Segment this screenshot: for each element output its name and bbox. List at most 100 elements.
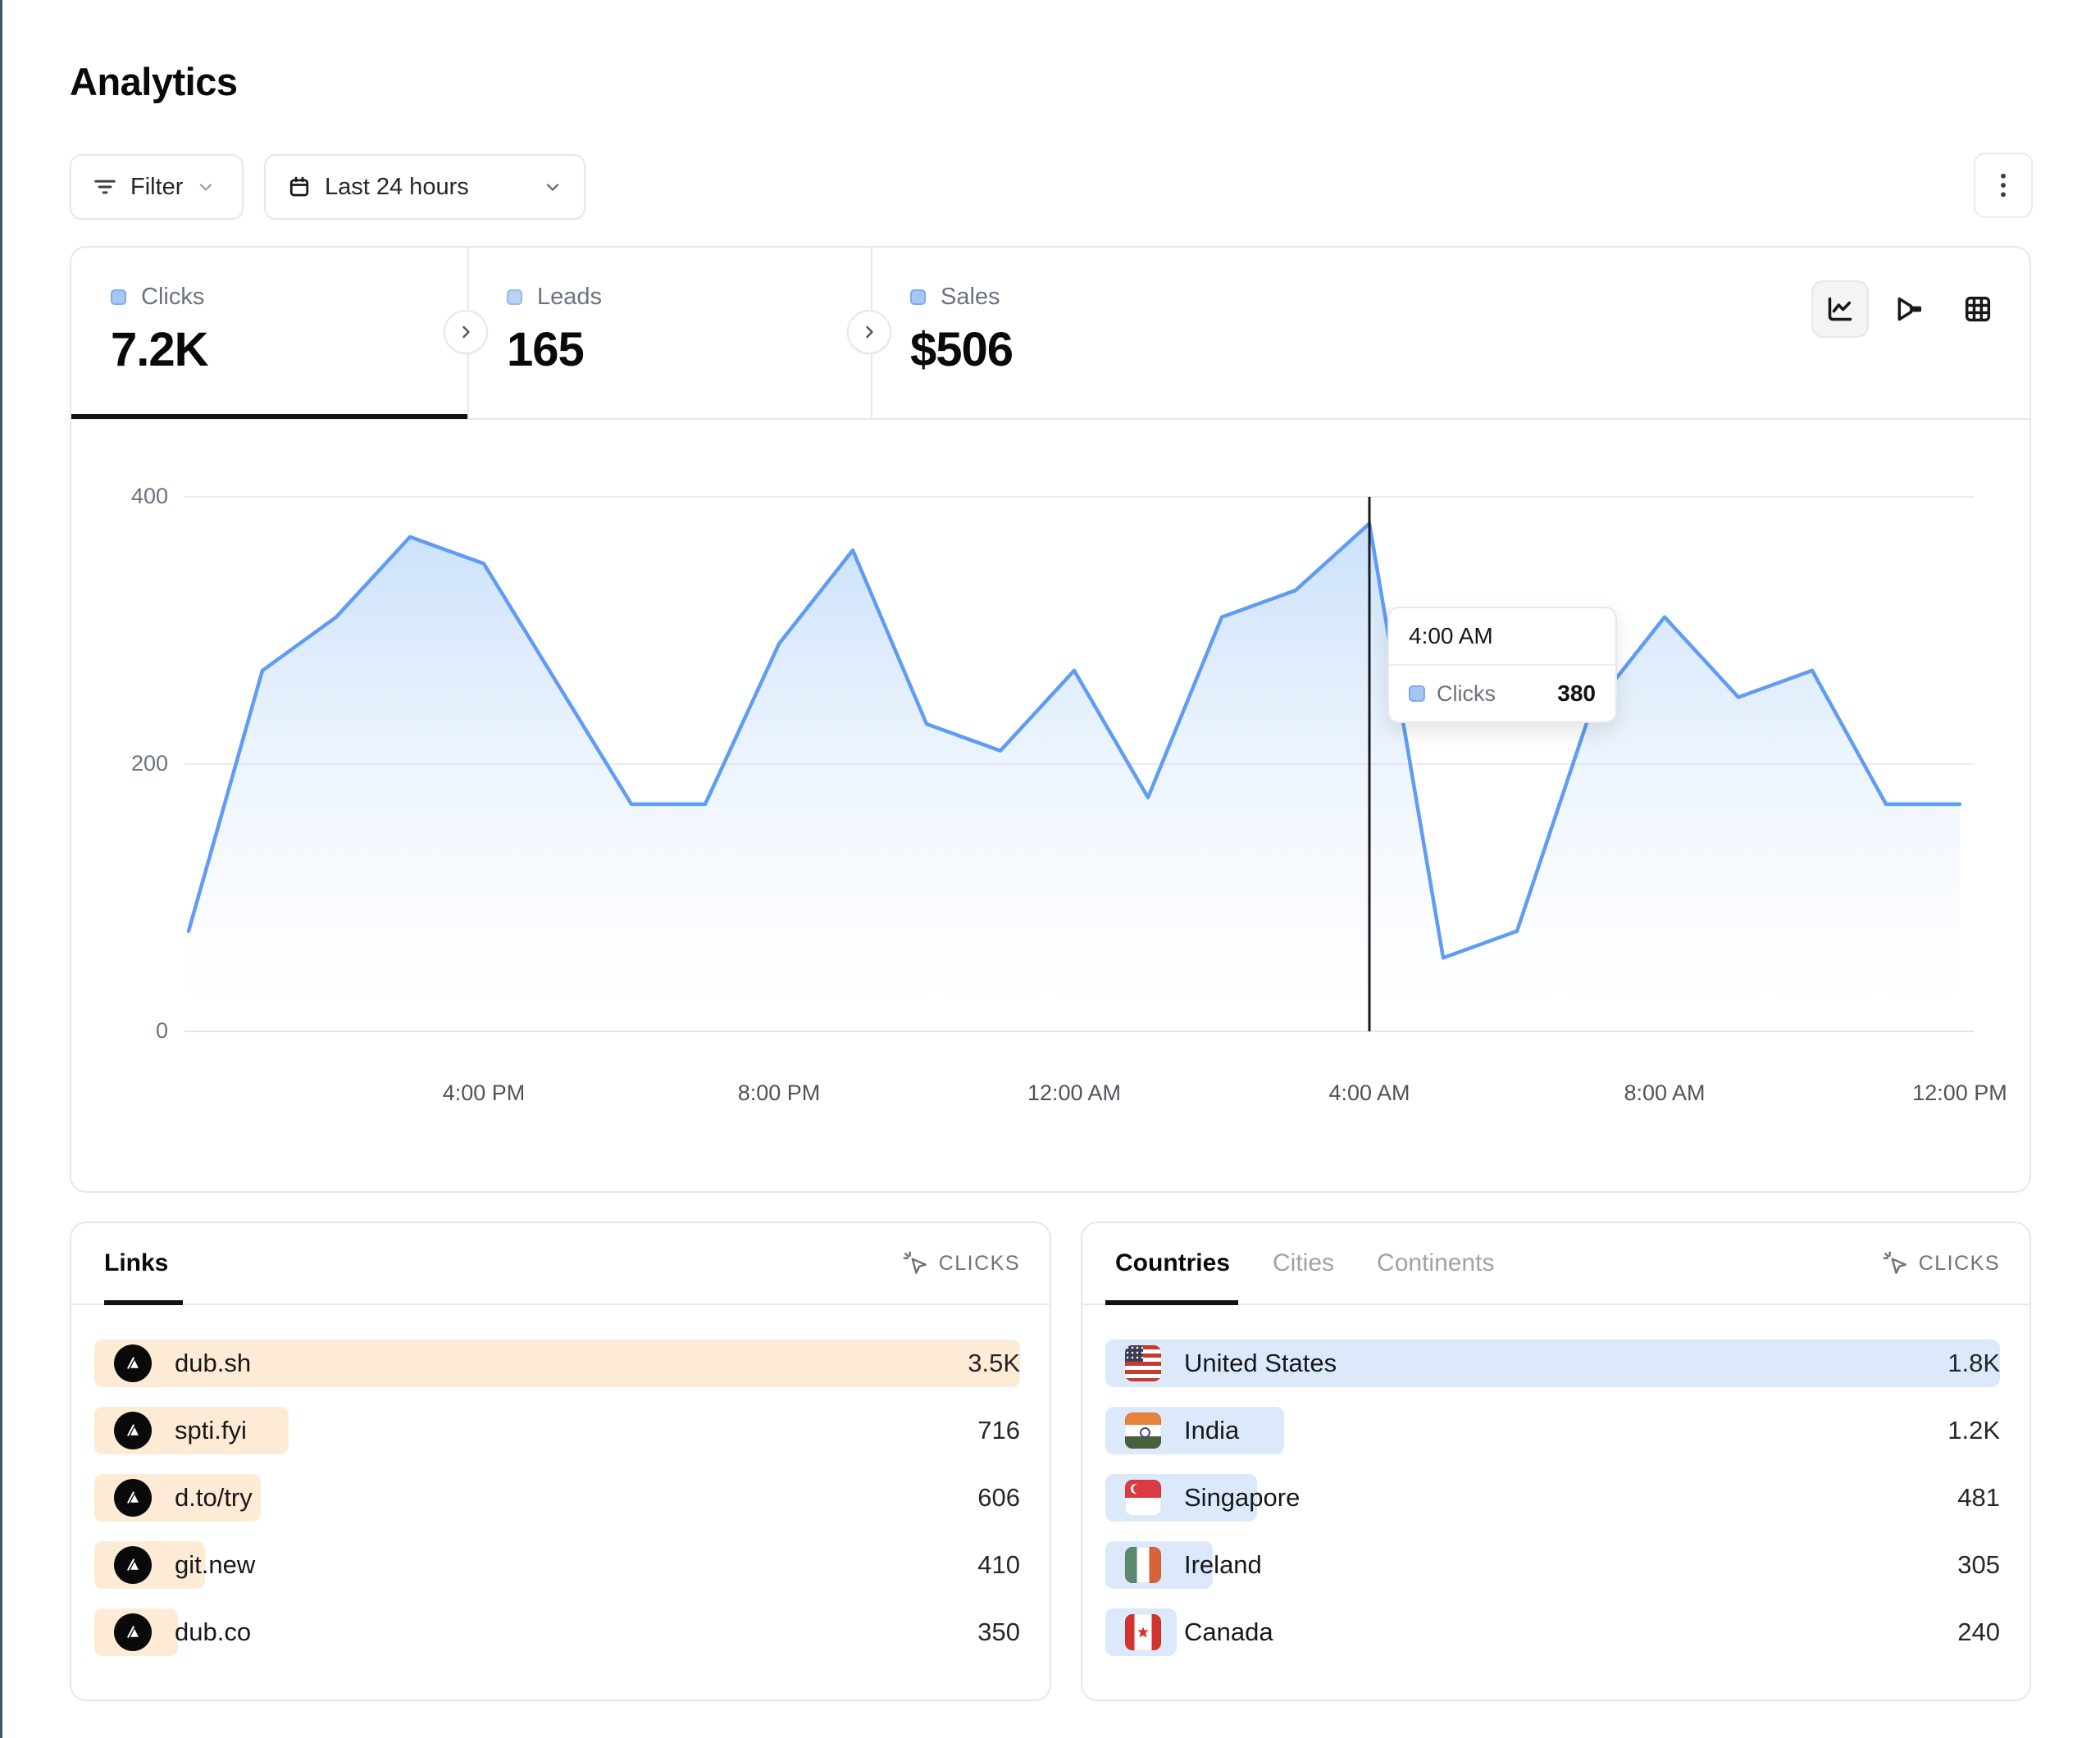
sales-legend-square-icon [910,289,926,305]
filter-button[interactable]: Filter [70,154,244,220]
links-list: dub.sh 3.5K spti.fyi 716 d.to/try 606 [94,1340,1020,1676]
calendar-icon [287,175,312,199]
tab-continents[interactable]: Continents [1377,1249,1494,1277]
link-row[interactable]: git.new 410 [94,1541,1020,1589]
x-axis-tick: 8:00 PM [738,1081,821,1106]
dub-logo-icon [114,1613,152,1651]
stats-tab-row: Clicks 7.2K Leads 165 Sales $506 [71,248,2029,420]
country-label: United States [1184,1349,1337,1378]
link-row[interactable]: spti.fyi 716 [94,1407,1020,1454]
country-clicks-value: 481 [1957,1474,2000,1522]
analytics-page: Analytics Filter Last 24 hours [0,0,2100,1738]
countries-card-header: Countries Cities Continents CLICKS [1082,1223,2029,1305]
country-clicks-value: 1.8K [1947,1340,2000,1387]
chart-tooltip: 4:00 AM Clicks 380 [1387,607,1617,723]
chevron-down-icon [543,177,563,197]
chart-area-fill [189,524,1960,1031]
chevron-down-icon [196,177,216,197]
link-label: dub.co [175,1617,251,1647]
dub-logo-icon [114,1546,152,1584]
filter-button-label: Filter [130,174,183,201]
country-clicks-value: 305 [1957,1541,2000,1589]
clicks-legend-square-icon [1409,685,1425,702]
link-clicks-value: 606 [977,1474,1020,1522]
filter-icon [93,175,117,199]
country-label: Singapore [1184,1483,1300,1513]
country-clicks-value: 240 [1957,1608,2000,1656]
date-range-button[interactable]: Last 24 hours [264,154,585,220]
table-view-button[interactable] [1949,280,2007,338]
expand-clicks-chevron-button[interactable] [444,310,488,354]
country-row[interactable]: India 1.2K [1105,1407,2000,1454]
funnel-icon [1893,293,1925,325]
tab-clicks[interactable]: Clicks 7.2K [71,248,467,420]
x-axis-tick: 4:00 PM [443,1081,526,1106]
funnel-view-button[interactable] [1880,280,1938,338]
singapore-flag-icon [1125,1480,1161,1516]
countries-card: Countries Cities Continents CLICKS [1081,1222,2031,1701]
country-row[interactable]: Canada 240 [1105,1608,2000,1656]
chart-view-toggle-group [1811,280,2007,338]
tab-leads[interactable]: Leads 165 [467,248,871,420]
kebab-menu-icon [1992,171,2015,199]
country-label: Ireland [1184,1550,1262,1580]
link-clicks-value: 3.5K [968,1340,1020,1387]
countries-metric-label: CLICKS [1919,1252,2000,1276]
link-row[interactable]: dub.sh 3.5K [94,1340,1020,1387]
table-grid-icon [1961,293,1994,325]
x-axis-tick: 4:00 AM [1328,1081,1410,1106]
link-row[interactable]: dub.co 350 [94,1608,1020,1656]
leads-tab-label: Leads [537,284,602,311]
x-axis-tick: 8:00 AM [1624,1081,1705,1106]
countries-list: United States 1.8K India 1.2K Singapore … [1105,1340,2000,1676]
sales-total-value: $506 [910,322,1274,377]
links-card: Links CLICKS dub.sh [70,1222,1051,1701]
clicks-tab-label: Clicks [141,284,204,311]
link-row[interactable]: d.to/try 606 [94,1474,1020,1522]
line-chart-icon [1824,293,1856,325]
us-flag-icon [1125,1345,1161,1381]
links-metric-toggle[interactable]: CLICKS [901,1249,1020,1277]
dub-logo-icon [114,1412,152,1449]
leads-legend-square-icon [507,289,522,305]
link-label: dub.sh [175,1349,251,1378]
dub-logo-icon [114,1479,152,1517]
link-clicks-value: 410 [977,1541,1020,1589]
country-row[interactable]: Ireland 305 [1105,1541,2000,1589]
link-label: d.to/try [175,1483,253,1513]
sales-tab-label: Sales [941,284,1000,311]
country-row[interactable]: United States 1.8K [1105,1340,2000,1387]
left-edge-divider [0,0,2,1738]
country-clicks-value: 1.2K [1947,1407,2000,1454]
clicks-legend-square-icon [111,289,126,305]
tab-sales[interactable]: Sales $506 [871,248,1274,420]
tooltip-time: 4:00 AM [1389,608,1615,666]
expand-leads-chevron-button[interactable] [847,310,891,354]
links-tab-underline [104,1300,183,1305]
more-options-button[interactable] [1974,152,2033,218]
india-flag-icon [1125,1413,1161,1449]
leads-total-value: 165 [507,322,871,377]
clicks-total-value: 7.2K [111,322,467,377]
ireland-flag-icon [1125,1547,1161,1583]
canada-flag-icon [1125,1614,1161,1650]
link-label: git.new [175,1550,255,1580]
tab-countries[interactable]: Countries [1115,1249,1230,1277]
country-label: Canada [1184,1617,1273,1647]
tooltip-value: 380 [1557,680,1596,707]
x-axis-tick: 12:00 PM [1912,1081,2007,1106]
clicks-area-chart[interactable] [115,475,1984,1058]
link-clicks-value: 716 [977,1407,1020,1454]
page-title: Analytics [70,59,237,104]
tab-cities[interactable]: Cities [1273,1249,1334,1277]
countries-tab-underline [1105,1300,1238,1305]
country-row[interactable]: Singapore 481 [1105,1474,2000,1522]
links-card-header: Links CLICKS [71,1223,1050,1305]
tab-links[interactable]: Links [104,1249,168,1277]
countries-metric-toggle[interactable]: CLICKS [1881,1249,2000,1277]
line-chart-view-button[interactable] [1811,280,1869,338]
country-label: India [1184,1416,1239,1445]
dub-logo-icon [114,1344,152,1382]
links-metric-label: CLICKS [939,1252,1020,1276]
cursor-click-icon [901,1249,929,1277]
